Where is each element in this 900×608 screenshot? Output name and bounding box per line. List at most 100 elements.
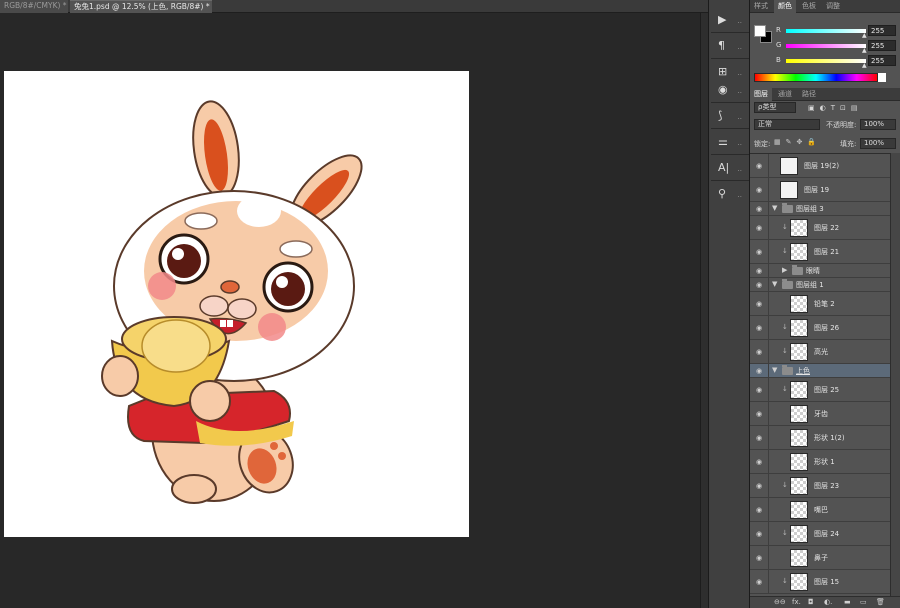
layer-row[interactable]: ◉ 形状 1(2) [750,426,890,450]
link-layers-icon[interactable]: ⊖⊖ [774,598,786,606]
eye-icon[interactable]: ◉ [754,366,764,376]
layer-row[interactable]: ◉ 铅笔 2 [750,292,890,316]
layer-row[interactable]: ◉ ↓ 图层 22 [750,216,890,240]
canvas-workspace[interactable] [0,13,708,608]
white-swatch[interactable] [878,73,886,82]
tab-adjustments[interactable]: 调整 [822,0,844,13]
layer-row[interactable]: ◉ 鼻子 [750,546,890,570]
blue-value-input[interactable]: 255 [868,55,896,66]
play-icon[interactable]: ▶.. [715,10,743,30]
canvas-scrollbar[interactable] [700,13,708,608]
layer-row[interactable]: ◉ 牙齿 [750,402,890,426]
eye-icon[interactable]: ◉ [754,266,764,276]
foreground-color-swatch[interactable] [754,25,766,37]
type-icon[interactable]: A|.. [715,158,743,178]
layer-row[interactable]: ◉ 图层 19(2) [750,154,890,178]
layer-group-row[interactable]: ◉ ▼ 上色 [750,364,890,378]
chevron-right-icon[interactable]: ▶ [782,266,787,274]
document-tab-bar: RGB/8#/CMYK) *× 兔兔1.psd @ 12.5% (上色, RGB… [0,0,708,13]
eye-icon[interactable]: ◉ [754,481,764,491]
layer-row[interactable]: ◉ ↓ 图层 15 [750,570,890,594]
paragraph-icon[interactable]: ¶.. [715,36,743,56]
eye-icon[interactable]: ◉ [754,323,764,333]
layer-row[interactable]: ◉ ↓ 高光 [750,340,890,364]
red-slider-handle[interactable]: ▲ [862,32,867,39]
chevron-down-icon[interactable]: ▼ [772,366,777,374]
color-spectrum-bar[interactable] [754,73,878,82]
tab-paths[interactable]: 路径 [798,88,820,101]
eye-icon[interactable]: ◉ [754,505,764,515]
eye-icon[interactable]: ◉ [754,553,764,563]
layer-style-icon[interactable]: fx. [792,598,801,606]
delete-layer-icon[interactable]: 🗑 [876,598,885,606]
fill-input[interactable]: 100% [860,138,896,149]
blend-mode-select[interactable]: 正常 [754,119,820,130]
eye-icon[interactable]: ◉ [754,247,764,257]
document-tab-cmyk[interactable]: RGB/8#/CMYK) *× [0,0,68,13]
lock-icons[interactable]: ▦✎✥🔒 [774,138,821,146]
eye-icon[interactable]: ◉ [754,457,764,467]
layer-thumbnail [790,243,808,261]
tab-layers[interactable]: 图层 [750,88,772,101]
eye-icon[interactable]: ◉ [754,347,764,357]
layer-row[interactable]: ◉ 嘴巴 [750,498,890,522]
chevron-down-icon[interactable]: ▼ [772,280,777,288]
eye-icon[interactable]: ◉ [754,577,764,587]
layer-group-row[interactable]: ◉ ▼ 图层组 3 [750,202,890,216]
layer-list-scrollbar[interactable] [890,153,900,596]
document-canvas[interactable] [4,71,469,537]
red-slider[interactable] [786,29,866,33]
layer-group-row[interactable]: ◉ ▼ 图层组 1 [750,278,890,292]
new-layer-icon[interactable]: ▭ [860,598,867,606]
eye-icon[interactable]: ◉ [754,223,764,233]
layer-row[interactable]: ◉ ↓ 图层 25 [750,378,890,402]
layer-row[interactable]: ◉ 图层 19 [750,178,890,202]
layer-name: 图层组 1 [796,281,824,289]
adjustment-layer-icon[interactable]: ◐. [824,598,832,606]
tab-swatches[interactable]: 色板 [798,0,820,13]
layer-name: 高光 [814,348,828,356]
layer-row[interactable]: ◉ ↓ 图层 24 [750,522,890,546]
eye-icon[interactable]: ◉ [754,299,764,309]
eye-icon[interactable]: ◉ [754,385,764,395]
brush-icon[interactable]: ⟆.. [715,106,743,126]
green-slider[interactable] [786,44,866,48]
layer-thumbnail [790,549,808,567]
layer-name: 鼻子 [814,554,828,562]
layer-row[interactable]: ◉ 形状 1 [750,450,890,474]
eye-icon[interactable]: ◉ [754,204,764,214]
eye-icon[interactable]: ◉ [754,409,764,419]
document-tab-active[interactable]: 兔兔1.psd @ 12.5% (上色, RGB/8#) *× [70,0,212,13]
chevron-down-icon[interactable]: ▼ [772,204,777,212]
blue-slider[interactable] [786,59,866,63]
layer-group-row[interactable]: ◉ ▶ 眼睛 [750,264,890,278]
green-value-input[interactable]: 255 [868,40,896,51]
color-wheel-icon[interactable]: ◉.. [715,80,743,100]
eye-icon[interactable]: ◉ [754,185,764,195]
layers-panel-tabs: 图层 通道 路径 [750,88,900,101]
layer-list[interactable]: ◉ 图层 19(2) ◉ 图层 19 ◉ ▼ 图层组 3 ◉ ↓ 图层 22 ◉ ↓ 图层 21 ◉ ▶ 眼睛… [750,153,890,596]
red-value-input[interactable]: 255 [868,25,896,36]
layer-row[interactable]: ◉ ↓ 图层 23 [750,474,890,498]
eye-icon[interactable]: ◉ [754,529,764,539]
opacity-input[interactable]: 100% [860,119,896,130]
tab-channels[interactable]: 通道 [774,88,796,101]
sliders-icon[interactable]: ⚌.. [715,132,743,152]
eye-icon[interactable]: ◉ [754,161,764,171]
eye-icon[interactable]: ◉ [754,280,764,290]
layer-row[interactable]: ◉ ↓ 图层 21 [750,240,890,264]
tab-color[interactable]: 颜色 [774,0,796,13]
layer-filter-icons[interactable]: ▣◐T⊡▤ [808,104,862,112]
new-group-icon[interactable]: ▬ [844,598,851,606]
blue-slider-handle[interactable]: ▲ [862,62,867,69]
green-slider-handle[interactable]: ▲ [862,47,867,54]
layer-filter-select[interactable]: ρ类型 [754,102,796,113]
layer-row[interactable]: ◉ ↓ 图层 26 [750,316,890,340]
tab-styles[interactable]: 样式 [750,0,772,13]
layer-mask-icon[interactable]: ◘ [808,598,814,606]
eye-icon[interactable]: ◉ [754,433,764,443]
clone-icon[interactable]: ⚲.. [715,184,743,204]
adjust-icon[interactable]: ⊞.. [715,62,743,82]
green-label: G [776,41,782,49]
green-channel-row: G ▲ 255 [776,40,900,54]
